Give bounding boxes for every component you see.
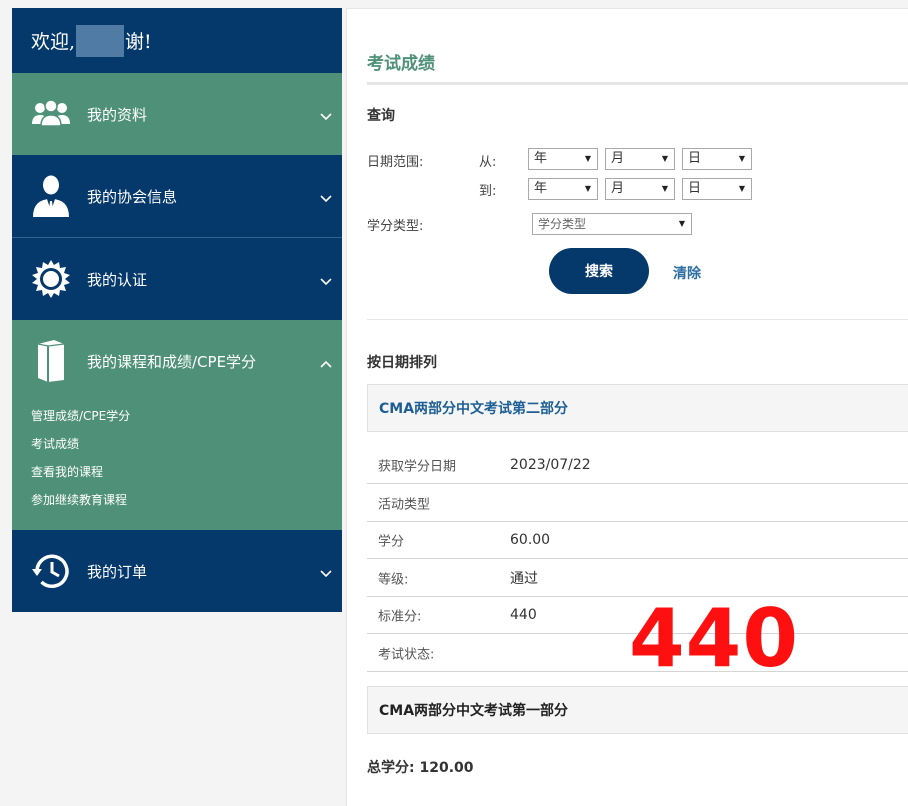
sidebar-item-association[interactable]: 我的协会信息 [12, 155, 342, 237]
chevron-down-icon[interactable] [320, 195, 332, 203]
select-value: 学分类型 [538, 217, 587, 231]
row-value: 440 [510, 606, 537, 623]
query-section-title: 查询 [367, 108, 395, 124]
from-day-select[interactable]: 日 ▼ [682, 148, 752, 170]
book-icon [31, 340, 71, 382]
select-value: 日 [688, 151, 702, 166]
sidebar-item-label: 我的课程和成绩/CPE学分 [87, 352, 257, 371]
sidebar-item-profile[interactable]: 我的资料 [12, 73, 342, 155]
sidebar-item-certification[interactable]: 我的认证 [12, 237, 342, 320]
submenu-item-exam-scores[interactable]: 考试成绩 [31, 430, 342, 458]
chevron-down-icon[interactable] [320, 570, 332, 578]
from-month-select[interactable]: 月 ▼ [605, 148, 675, 170]
chevron-up-icon[interactable] [320, 360, 332, 368]
row-label: 考试状态: [378, 647, 435, 662]
to-year-select[interactable]: 年 ▼ [528, 178, 598, 200]
certificate-badge-icon [31, 259, 71, 299]
main-panel: 考试成绩 查询 日期范围: 从: 到: 年 ▼ 月 ▼ 日 ▼ 年 ▼ 月 ▼ 日 ▼ 学分… [346, 8, 908, 806]
row-value: 2023/07/22 [510, 456, 591, 473]
row-label: 获取学分日期 [378, 459, 457, 474]
from-year-select[interactable]: 年 ▼ [528, 148, 598, 170]
dropdown-arrow-icon: ▼ [584, 184, 591, 193]
history-clock-icon [31, 551, 71, 591]
table-row: 获取学分日期 2023/07/22 [367, 446, 908, 484]
exam-card-part2-title[interactable]: CMA两部分中文考试第二部分 [367, 384, 908, 432]
exam-card-part1-title[interactable]: CMA两部分中文考试第一部分 [367, 686, 908, 734]
date-range-label: 日期范围: [367, 155, 424, 170]
welcome-banner: 欢迎, 谢! [12, 8, 342, 73]
sidebar-item-orders[interactable]: 我的订单 [12, 530, 342, 612]
to-month-select[interactable]: 月 ▼ [605, 178, 675, 200]
welcome-suffix: 谢! [125, 31, 152, 53]
table-row: 活动类型 [367, 484, 908, 522]
dropdown-arrow-icon: ▼ [661, 154, 668, 163]
dropdown-arrow-icon: ▼ [738, 154, 745, 163]
row-label: 活动类型 [378, 497, 431, 512]
sidebar-item-courses[interactable]: 我的课程和成绩/CPE学分 管理成绩/CPE学分 考试成绩 查看我的课程 参加继… [12, 320, 342, 530]
to-day-select[interactable]: 日 ▼ [682, 178, 752, 200]
credit-type-label: 学分类型: [367, 219, 424, 234]
search-button[interactable]: 搜索 [549, 248, 649, 294]
results-section-title: 按日期排列 [367, 355, 437, 371]
credit-type-select[interactable]: 学分类型 ▼ [532, 213, 692, 235]
section-divider [367, 319, 908, 320]
submenu-item-manage-credits[interactable]: 管理成绩/CPE学分 [31, 402, 342, 430]
clear-link[interactable]: 清除 [673, 263, 701, 283]
score-annotation: 440 [629, 592, 799, 685]
select-value: 日 [688, 181, 702, 196]
row-label: 等级: [378, 572, 409, 587]
sidebar: 欢迎, 谢! 我的资料 我的协会信息 我的认证 我的课程和成绩/CPE学分 管理… [12, 8, 342, 612]
dropdown-arrow-icon: ▼ [738, 184, 745, 193]
redacted-username [76, 24, 125, 57]
submenu-item-join-cpe[interactable]: 参加继续教育课程 [31, 486, 342, 514]
page-title: 考试成绩 [367, 54, 435, 74]
sidebar-item-label: 我的订单 [87, 562, 148, 581]
welcome-prefix: 欢迎, [31, 31, 76, 53]
select-value: 月 [611, 151, 625, 166]
submenu-item-view-courses[interactable]: 查看我的课程 [31, 458, 342, 486]
row-value: 通过 [510, 570, 538, 587]
table-row: 学分 60.00 [367, 521, 908, 559]
sidebar-item-label: 我的认证 [87, 270, 148, 289]
person-suit-icon [31, 175, 71, 217]
users-icon [31, 94, 71, 134]
courses-submenu: 管理成绩/CPE学分 考试成绩 查看我的课程 参加继续教育课程 [12, 402, 342, 530]
select-value: 年 [534, 151, 548, 166]
dropdown-arrow-icon: ▼ [661, 184, 668, 193]
chevron-down-icon[interactable] [320, 278, 332, 286]
select-value: 年 [534, 181, 548, 196]
dropdown-arrow-icon: ▼ [584, 154, 591, 163]
dropdown-arrow-icon: ▼ [678, 219, 685, 228]
row-label: 学分 [378, 534, 405, 549]
title-divider [367, 82, 908, 85]
chevron-down-icon[interactable] [320, 113, 332, 121]
row-value: 60.00 [510, 531, 551, 548]
from-label: 从: [479, 155, 497, 170]
row-label: 标准分: [378, 609, 422, 624]
select-value: 月 [611, 181, 625, 196]
total-credits: 总学分: 120.00 [367, 760, 474, 776]
sidebar-item-label: 我的资料 [87, 105, 148, 124]
sidebar-item-label: 我的协会信息 [87, 187, 178, 206]
to-label: 到: [479, 184, 497, 199]
